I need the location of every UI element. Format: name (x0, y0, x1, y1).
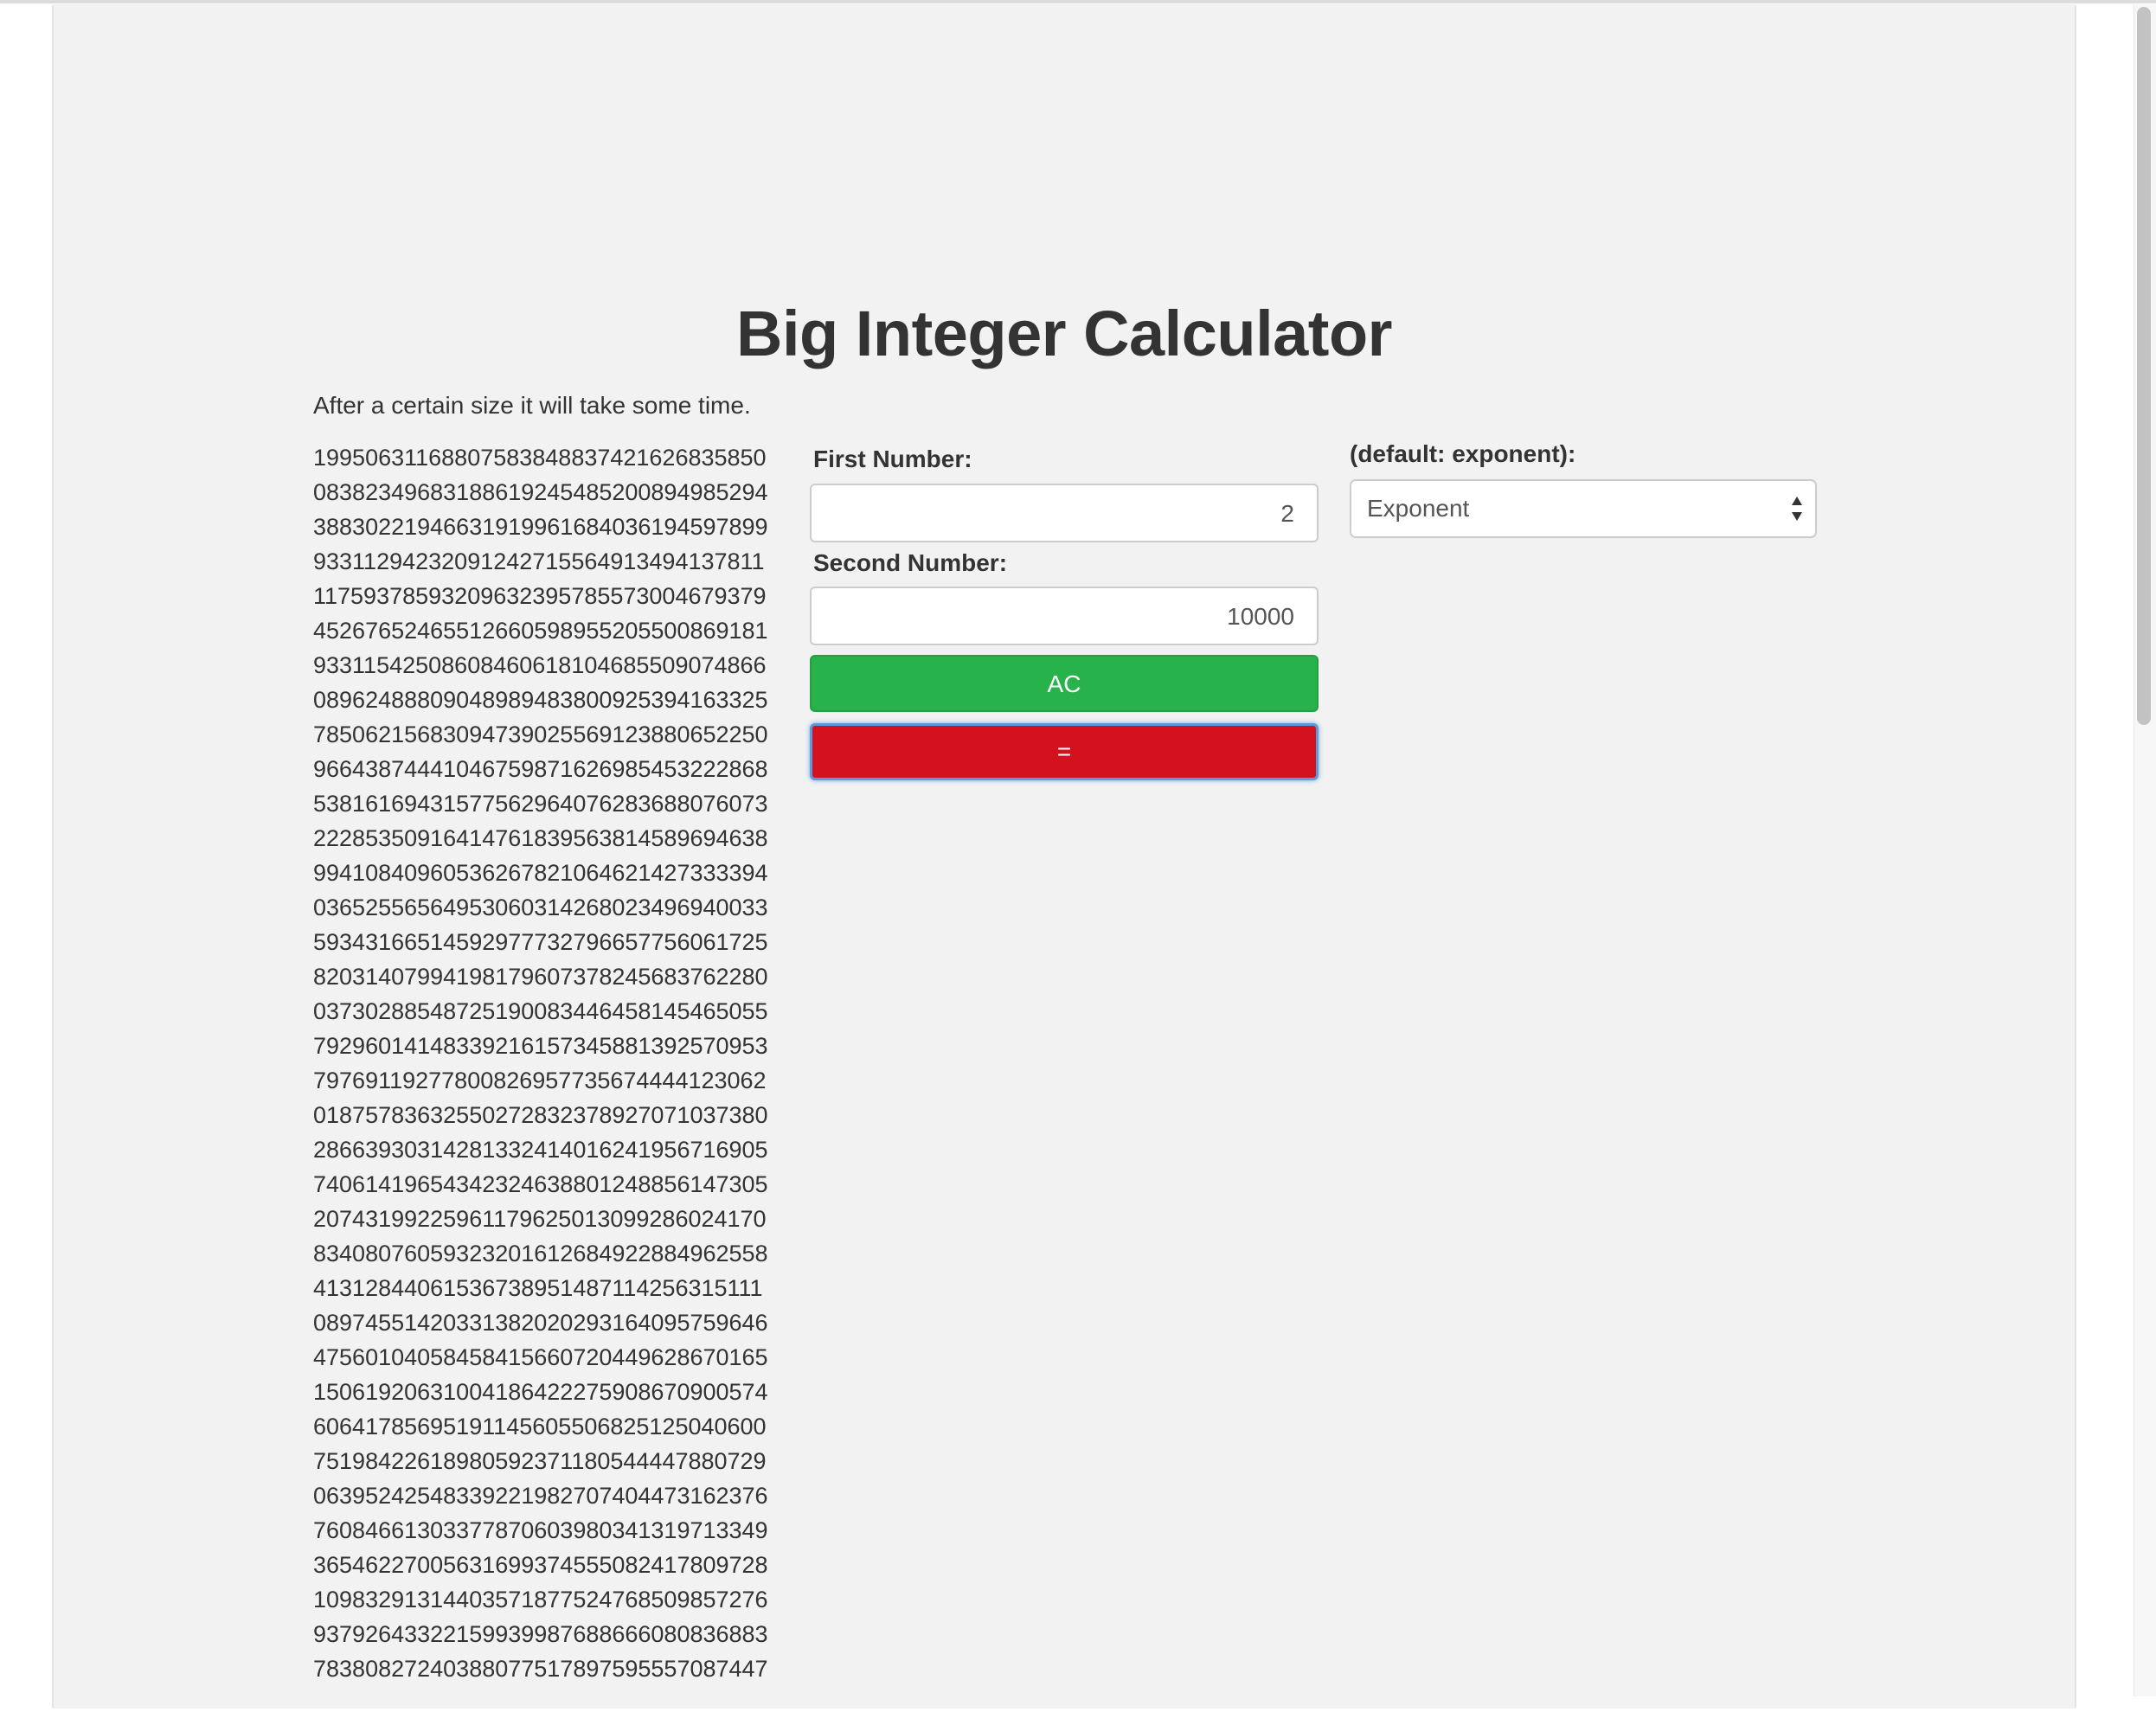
result-line: 78380827240388077517897595557087447 (313, 1656, 768, 1682)
result-line: 93311294232091242715564913494137811 (313, 548, 765, 574)
result-line: 99410840960536267821064621427333394 (313, 860, 768, 886)
result-line: 96643874441046759871626985453222868 (313, 756, 768, 782)
result-line: 20743199225961179625013099286024170 (313, 1206, 767, 1232)
result-line: 74061419654342324638801248856147305 (313, 1171, 768, 1197)
result-line: 03652556564953060314268023496940033 (313, 894, 768, 920)
result-line: 10983291314403571877524768509857276 (313, 1587, 768, 1613)
result-line: 93792643322159939987688666080836883 (313, 1621, 768, 1647)
result-line: 59343166514592977732796657756061725 (313, 929, 768, 955)
result-line: 36546227005631699374555082417809728 (313, 1552, 768, 1578)
result-line: 83408076059323201612684922884962558 (313, 1241, 768, 1266)
clear-button[interactable]: AC (810, 655, 1319, 712)
result-line: 08962488809048989483800925394163325 (313, 687, 768, 713)
result-line: 08974551420331382020293164095759646 (313, 1310, 768, 1336)
result-line: 82031407994198179607378245683762280 (313, 964, 768, 990)
page-title: Big Integer Calculator (736, 298, 1392, 369)
result-line: 41312844061536738951487114256315111 (313, 1275, 763, 1301)
second-number-input[interactable]: 10000 (810, 587, 1319, 645)
second-number-label: Second Number: (813, 549, 1008, 576)
result-line: 78506215683094739025569123880652250 (313, 721, 768, 747)
result-line: 79769119277800826957735674444123062 (313, 1068, 767, 1093)
result-line: 47560104058458415660720449628670165 (313, 1344, 768, 1370)
result-line: 93311542508608460618104685509074866 (313, 652, 767, 678)
equals-button[interactable]: = (810, 723, 1319, 780)
first-number-label: First Number: (813, 446, 972, 472)
result-line: 19950631168807583848837421626835850 (313, 445, 767, 471)
operation-selected-value: Exponent (1367, 495, 1470, 522)
result-line: 22285350916414761839563814589694638 (313, 825, 768, 851)
result-line: 76084661303377870603980341319713349 (313, 1517, 768, 1543)
result-line: 75198422618980592371180544447880729 (313, 1448, 767, 1474)
result-line: 38830221946631919961684036194597899 (313, 514, 768, 540)
result-line: 06395242548339221982707404473162376 (313, 1483, 768, 1509)
result-line: 15061920631004186422275908670900574 (313, 1379, 768, 1405)
result-line: 01875783632550272832378927071037380 (313, 1102, 768, 1128)
result-line: 79296014148339216157345881392570953 (313, 1033, 768, 1059)
result-line: 03730288548725190083446458145465055 (313, 998, 768, 1024)
result-line: 28663930314281332414016241956716905 (313, 1137, 768, 1163)
scrollbar-thumb[interactable] (2137, 7, 2151, 725)
result-line: 60641785695191145605506825125040600 (313, 1414, 767, 1439)
window-top-border (0, 0, 2156, 3)
page-subtitle: After a certain size it will take some t… (313, 392, 751, 419)
select-arrows-icon (1792, 497, 1802, 521)
result-line: 53816169431577562964076283688076073 (313, 791, 768, 817)
operation-label: (default: exponent): (1350, 440, 1576, 467)
operation-select[interactable]: Exponent (1350, 479, 1817, 538)
first-number-input[interactable]: 2 (810, 484, 1319, 542)
result-output: 19950631168807583848837421626835850 08382… (313, 440, 798, 1712)
result-line: 45267652465512660598955205500869181 (313, 618, 768, 644)
result-line: 11759378593209632395785573004679379 (313, 583, 767, 609)
result-line: 08382349683188619245485200894985294 (313, 479, 768, 505)
page-container: Big Integer Calculator After a certain s… (52, 4, 2076, 1709)
